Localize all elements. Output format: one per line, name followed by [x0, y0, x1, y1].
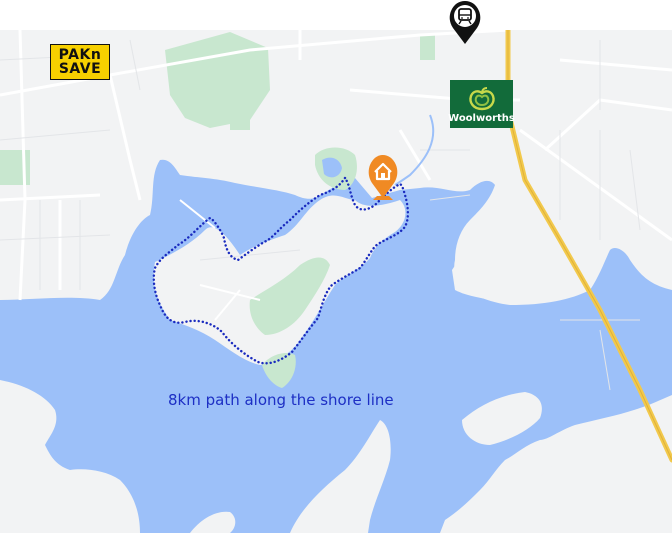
paknsave-line2: SAVE [58, 61, 102, 77]
map-canvas[interactable]: PAKn SAVE Woolworths 8km path along the … [0, 0, 672, 533]
woolworths-name: Woolworths [448, 113, 515, 124]
park-field-small [230, 115, 250, 130]
path-annotation-label: 8km path along the shore line [168, 391, 394, 409]
paknsave-logo[interactable]: PAKn SAVE [50, 44, 110, 80]
woolworths-logo[interactable]: Woolworths [448, 80, 515, 128]
paknsave-line1: PAKn [58, 47, 102, 63]
train-station-icon[interactable] [447, 0, 483, 46]
woolworths-apple-icon [468, 87, 495, 111]
top-bar-area [0, 0, 672, 30]
home-pin-icon[interactable] [365, 154, 401, 200]
park-north-east [420, 35, 435, 60]
